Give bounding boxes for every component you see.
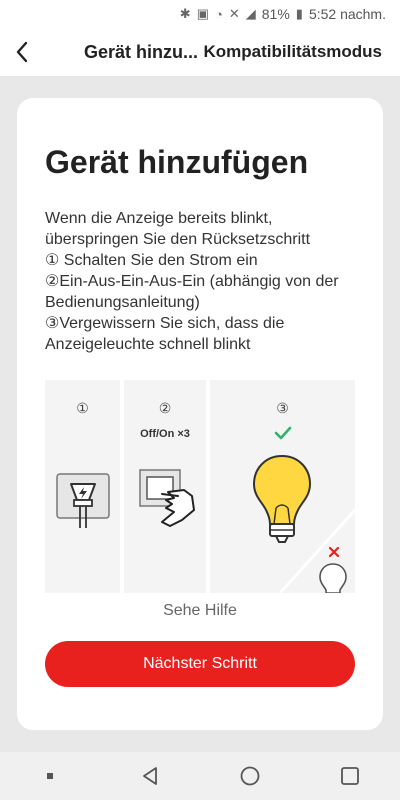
card-title: Gerät hinzufügen bbox=[45, 144, 309, 180]
signal-icon: ◢ bbox=[245, 6, 256, 21]
nfc-icon: ▣ bbox=[196, 6, 209, 21]
nav-home-icon[interactable] bbox=[238, 764, 262, 788]
switch-hand-icon bbox=[139, 469, 195, 527]
add-device-card: Gerät hinzufügen Wenn die Anzeige bereit… bbox=[17, 98, 383, 730]
instructions: Wenn die Anzeige bereits blinkt, überspr… bbox=[45, 208, 365, 355]
system-nav-bar bbox=[0, 752, 400, 800]
compatibility-mode-button[interactable]: Kompatibilitätsmodus bbox=[203, 42, 382, 62]
illustration-step-switch: ② Off/On ×3 bbox=[124, 380, 206, 593]
off-on-caption: Off/On ×3 bbox=[140, 428, 190, 440]
nav-recents-icon[interactable] bbox=[338, 764, 362, 788]
illustration-step-power: ① bbox=[45, 380, 120, 593]
help-link[interactable]: Sehe Hilfe bbox=[17, 602, 383, 620]
back-button[interactable] bbox=[0, 28, 44, 76]
wifi-icon: ◔ bbox=[214, 6, 223, 22]
battery-icon: ▮ bbox=[295, 6, 303, 21]
instruction-line: ②Ein-Aus-Ein-Aus-Ein (abhängig von der B… bbox=[45, 273, 339, 311]
next-step-button[interactable]: Nächster Schritt bbox=[45, 641, 355, 687]
cross-icon bbox=[328, 546, 340, 558]
clock: 5:52 nachm. bbox=[308, 6, 386, 22]
nav-back-icon[interactable] bbox=[138, 764, 162, 788]
battery-percent: 81% bbox=[261, 6, 290, 22]
nav-bar: Gerät hinzu... Kompatibilitätsmodus bbox=[0, 28, 400, 76]
instruction-line: ③Vergewissern Sie sich, dass die Anzeige… bbox=[45, 315, 285, 353]
power-plug-icon bbox=[56, 473, 110, 528]
reset-illustration: ① ② Off/On ×3 ③ bbox=[45, 380, 355, 593]
bluetooth-icon: ✱ bbox=[179, 6, 191, 21]
instruction-line: ① Schalten Sie den Strom ein bbox=[45, 252, 258, 269]
instruction-line: Wenn die Anzeige bereits blinkt, überspr… bbox=[45, 210, 311, 248]
recent-dot-icon[interactable] bbox=[38, 764, 62, 788]
status-bar: ✱ ▣ ◔ ✕ ◢ 81% ▮ 5:52 nachm. bbox=[0, 0, 400, 28]
illustration-step-blink: ③ bbox=[210, 380, 355, 593]
mute-icon: ✕ bbox=[228, 6, 240, 21]
step-number: ② bbox=[158, 400, 172, 416]
lightbulb-off-icon bbox=[319, 563, 347, 593]
page-title: Gerät hinzu... bbox=[84, 41, 199, 62]
chevron-left-icon bbox=[16, 41, 28, 63]
step-number: ① bbox=[76, 400, 89, 416]
